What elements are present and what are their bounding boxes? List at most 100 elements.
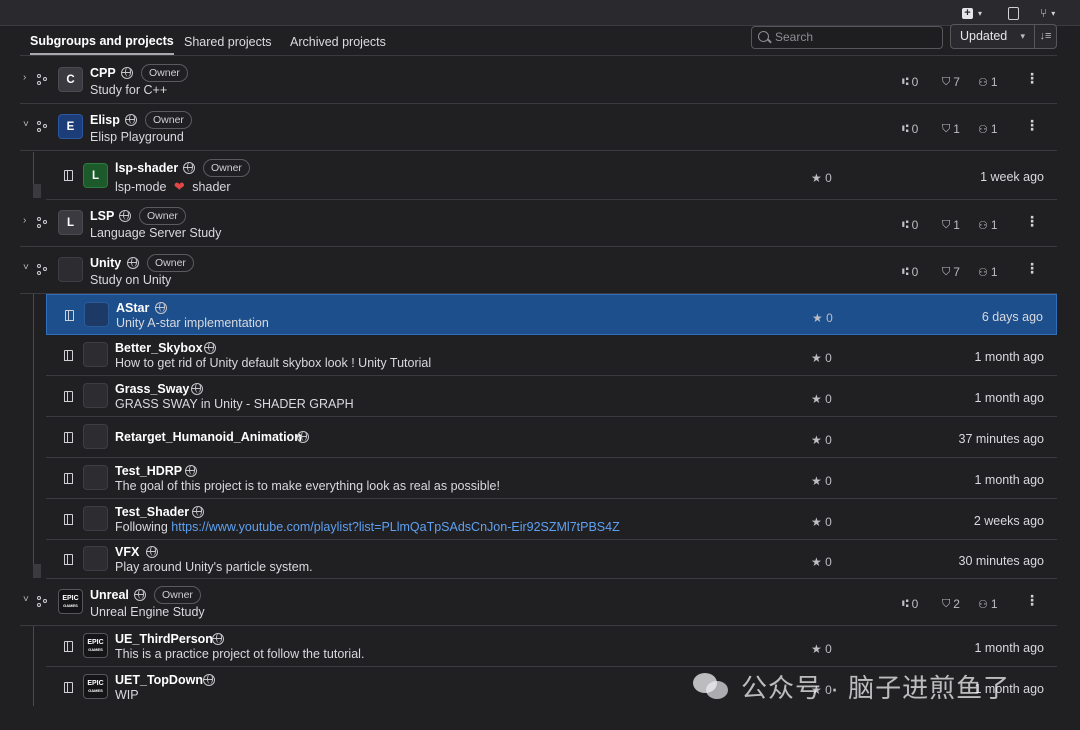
project-row[interactable]: Test_HDRP The goal of this project is to… [46, 458, 1057, 499]
avatar[interactable]: E [58, 114, 83, 139]
avatar[interactable]: C [58, 67, 83, 92]
project-description: The goal of this project is to make ever… [115, 479, 500, 493]
unity-avatar[interactable] [58, 257, 83, 282]
updated-time: 1 month ago [974, 641, 1045, 655]
chevron-down-icon[interactable]: ˅ [23, 262, 29, 273]
star-count: ★ 0 [811, 474, 832, 488]
project-name[interactable]: VFX [115, 545, 139, 559]
globe-icon [204, 342, 216, 354]
new-menu-button[interactable]: + ▾ [962, 4, 982, 22]
tab-archived-projects[interactable]: Archived projects [290, 29, 386, 55]
group-row[interactable]: ˅ EPIC GAMES Unreal Owner Unreal Engine S… [20, 579, 1057, 626]
project-name[interactable]: lsp-shader [115, 161, 178, 175]
chevron-right-icon[interactable]: › [23, 215, 26, 226]
star-icon: ★ [811, 433, 822, 447]
unity-avatar[interactable] [83, 383, 108, 408]
users-icon: ⚇ [978, 123, 988, 136]
unity-avatar[interactable] [84, 302, 109, 327]
star-icon: ★ [811, 392, 822, 406]
subgroups-count: ⑆ 0 [902, 122, 919, 136]
group-row[interactable]: ˅ E Elisp Owner Elisp Playground ⑆ 0 ⛉ 1 ⚇… [20, 104, 1057, 151]
updated-time: 1 month ago [974, 391, 1045, 405]
epic-games-logo[interactable]: EPIC GAMES [58, 589, 83, 614]
star-icon: ★ [812, 311, 823, 325]
project-name[interactable]: Test_Shader [115, 505, 189, 519]
sort-direction-button[interactable]: ↓≡ [1034, 24, 1057, 49]
chevron-down-icon[interactable]: ˅ [23, 594, 29, 605]
chevron-down-icon[interactable]: ˅ [23, 119, 29, 130]
tab-shared-projects[interactable]: Shared projects [184, 29, 272, 55]
project-row[interactable]: Better_Skybox How to get rid of Unity de… [46, 335, 1057, 376]
projects-count: ⛉ 1 [942, 218, 960, 232]
group-name[interactable]: Unreal [90, 588, 129, 602]
project-name[interactable]: Better_Skybox [115, 341, 203, 355]
subgroup-icon [37, 264, 49, 276]
project-row-selected[interactable]: AStar Unity A-star implementation ★ 0 6 … [46, 294, 1057, 335]
star-count: ★ 0 [811, 392, 832, 406]
more-actions-icon[interactable]: ⋮ [1025, 213, 1039, 230]
project-name[interactable]: Retarget_Humanoid_Animation [115, 430, 302, 444]
search-placeholder: Search [775, 30, 814, 44]
avatar[interactable]: L [83, 163, 108, 188]
project-row[interactable]: L lsp-shader Owner lsp-mode ❤ shader ★ 0… [46, 151, 1057, 200]
issues-button[interactable] [1008, 4, 1019, 22]
project-icon [64, 170, 73, 181]
project-row[interactable]: EPIC GAMES UE_ThirdPerson This is a pract… [46, 626, 1057, 667]
project-name[interactable]: UET_TopDown [115, 673, 203, 687]
more-actions-icon[interactable]: ⋮ [1025, 70, 1039, 87]
star-count: ★ 0 [811, 515, 832, 529]
group-name[interactable]: CPP [90, 66, 116, 80]
project-row[interactable]: VFX Play around Unity's particle system.… [46, 540, 1057, 579]
users-icon: ⚇ [978, 598, 988, 611]
unity-avatar[interactable] [83, 424, 108, 449]
project-description: Following https://www.youtube.com/playli… [115, 520, 620, 534]
subgroup-icon: ⑆ [902, 266, 909, 278]
star-icon: ★ [811, 351, 822, 365]
project-description: How to get rid of Unity default skybox l… [115, 356, 432, 370]
project-row[interactable]: Retarget_Humanoid_Animation ★ 0 37 minut… [46, 417, 1057, 458]
bookmark-icon: ⛉ [942, 265, 951, 278]
star-count: ★ 0 [812, 311, 833, 325]
project-row[interactable]: Grass_Sway GRASS SWAY in Unity - SHADER … [46, 376, 1057, 417]
star-icon: ★ [811, 555, 822, 569]
sort-dropdown[interactable]: Updated ▾ [950, 24, 1035, 49]
project-name[interactable]: UE_ThirdPerson [115, 632, 213, 646]
tree-stub [33, 184, 41, 198]
globe-icon [183, 162, 195, 174]
project-description: This is a practice project ot follow the… [115, 647, 365, 661]
tab-subgroups-and-projects[interactable]: Subgroups and projects [30, 29, 174, 55]
unity-avatar[interactable] [83, 465, 108, 490]
unity-avatar[interactable] [83, 342, 108, 367]
merge-requests-button[interactable]: ⑂ ▾ [1040, 4, 1055, 22]
globe-icon [121, 67, 133, 79]
more-actions-icon[interactable]: ⋮ [1025, 117, 1039, 134]
group-description: Study on Unity [90, 273, 172, 287]
unity-avatar[interactable] [83, 506, 108, 531]
globe-icon [125, 114, 137, 126]
updated-time: 1 week ago [980, 170, 1044, 184]
group-name[interactable]: LSP [90, 209, 114, 223]
bookmark-icon: ⛉ [942, 75, 951, 88]
globe-icon [297, 431, 309, 443]
top-bar: + ▾ ⑂ ▾ [0, 0, 1080, 26]
playlist-link[interactable]: https://www.youtube.com/playlist?list=PL… [171, 520, 619, 534]
project-row[interactable]: Test_Shader Following https://www.youtub… [46, 499, 1057, 540]
unity-avatar[interactable] [83, 546, 108, 571]
project-name[interactable]: Test_HDRP [115, 464, 182, 478]
avatar[interactable]: L [58, 210, 83, 235]
more-actions-icon[interactable]: ⋮ [1025, 260, 1039, 277]
epic-games-logo[interactable]: EPIC GAMES [83, 674, 108, 699]
search-input[interactable]: Search [751, 26, 943, 49]
group-name[interactable]: Elisp [90, 113, 120, 127]
chevron-right-icon[interactable]: › [23, 72, 26, 83]
project-name[interactable]: Grass_Sway [115, 382, 189, 396]
project-name[interactable]: AStar [116, 301, 149, 315]
globe-icon [127, 257, 139, 269]
epic-games-logo[interactable]: EPIC GAMES [83, 633, 108, 658]
group-row[interactable]: › C CPP Owner Study for C++ ⑆ 0 ⛉ 7 ⚇ 1 ⋮ [20, 57, 1057, 104]
group-row[interactable]: › L LSP Owner Language Server Study ⑆ 0 ⛉… [20, 200, 1057, 247]
more-actions-icon[interactable]: ⋮ [1025, 592, 1039, 609]
group-row[interactable]: ˅ Unity Owner Study on Unity ⑆ 0 ⛉ 7 ⚇ 1 ⋮ [20, 247, 1057, 294]
sort-direction-icon: ↓≡ [1039, 30, 1052, 42]
group-name[interactable]: Unity [90, 256, 121, 270]
